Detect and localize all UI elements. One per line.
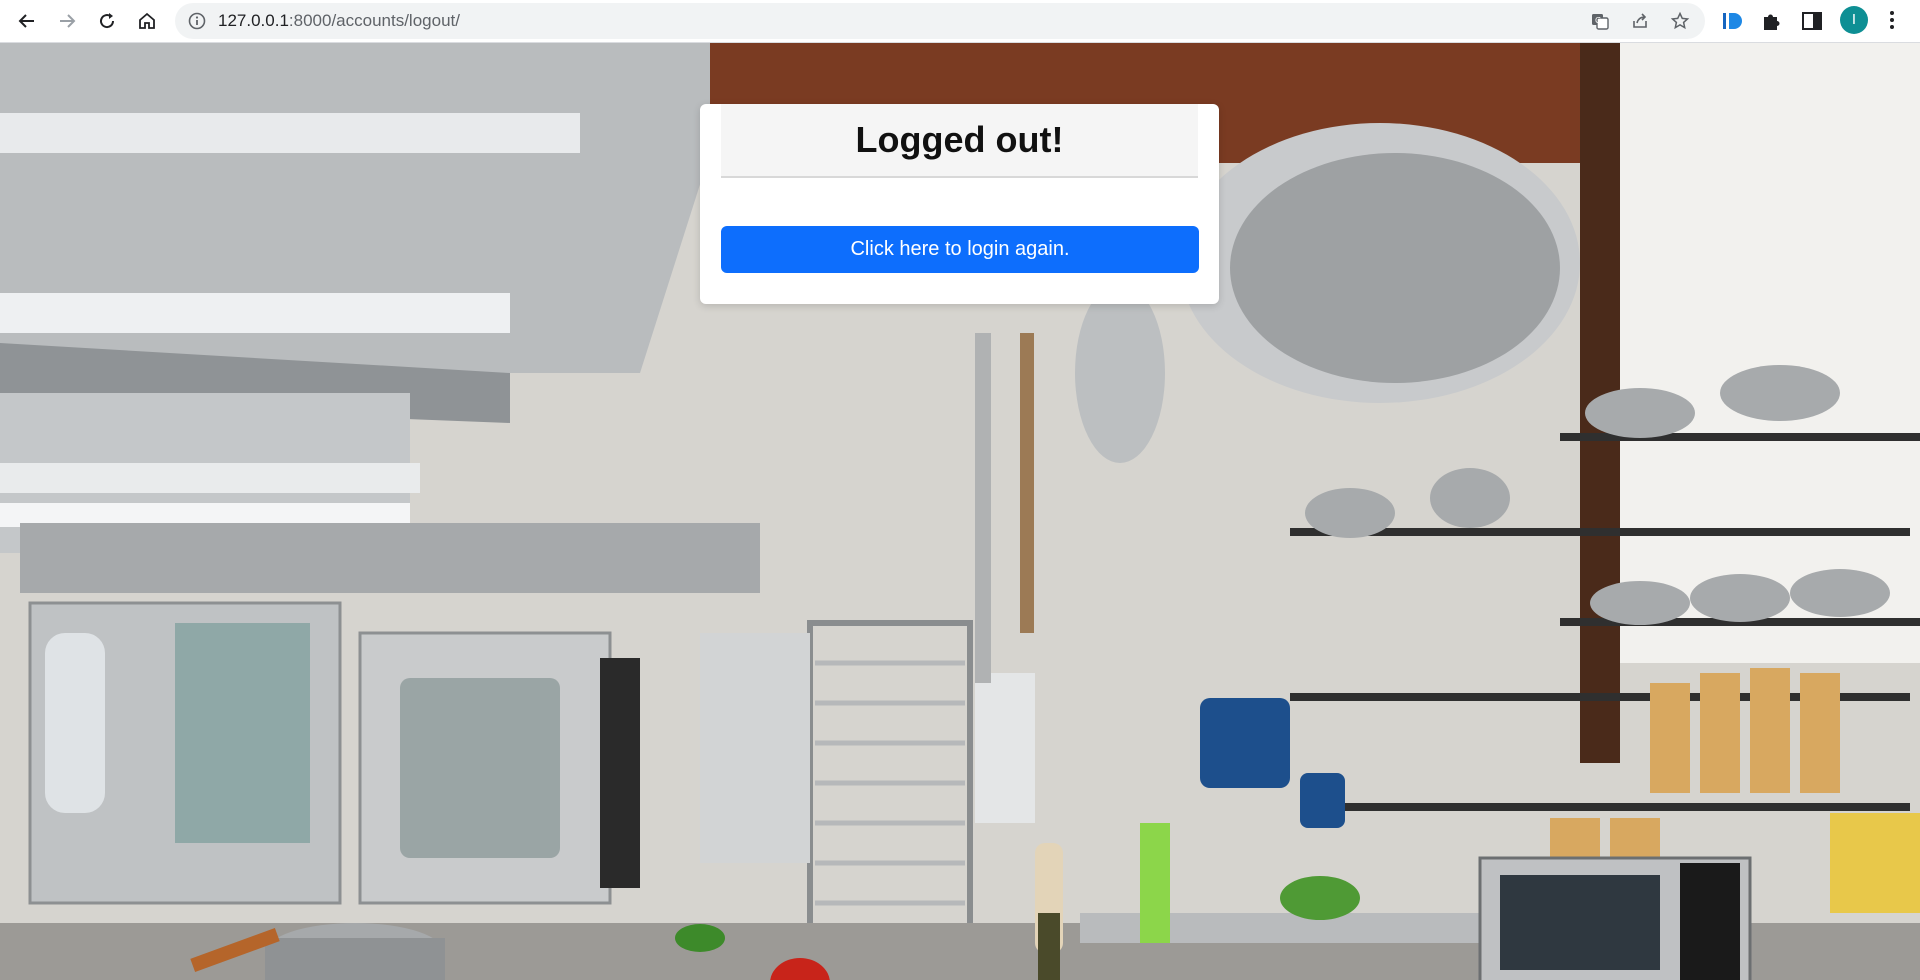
url-text[interactable]: 127.0.0.1:8000/accounts/logout/	[218, 3, 460, 39]
back-button[interactable]	[12, 6, 42, 36]
reload-button[interactable]	[92, 6, 122, 36]
page-viewport: Logged out! Click here to login again.	[0, 43, 1920, 980]
url-path: :8000/accounts/logout/	[288, 11, 460, 30]
address-bar[interactable]: 127.0.0.1:8000/accounts/logout/ G	[175, 3, 1705, 39]
url-host: 127.0.0.1	[218, 11, 289, 30]
card-header: Logged out!	[721, 104, 1198, 178]
reload-icon	[100, 13, 115, 29]
puzzle-icon[interactable]	[1760, 9, 1784, 33]
translate-icon[interactable]: G	[1590, 11, 1610, 31]
profile-avatar[interactable]: I	[1840, 6, 1868, 34]
back-arrow-icon	[18, 14, 34, 28]
share-icon[interactable]	[1630, 11, 1650, 31]
more-vert-icon[interactable]	[1882, 8, 1902, 32]
id-extension-icon[interactable]	[1720, 9, 1744, 33]
browser-toolbar: 127.0.0.1:8000/accounts/logout/ G I	[0, 0, 1920, 43]
side-panel-icon[interactable]	[1800, 9, 1824, 33]
svg-text:G: G	[1595, 16, 1601, 25]
star-icon[interactable]	[1670, 11, 1690, 31]
home-button[interactable]	[132, 6, 162, 36]
login-again-button[interactable]: Click here to login again.	[721, 226, 1199, 273]
page-title: Logged out!	[855, 119, 1064, 160]
home-icon	[139, 12, 155, 29]
site-info-icon[interactable]	[187, 11, 207, 31]
forward-button[interactable]	[52, 6, 82, 36]
logout-card: Logged out! Click here to login again.	[700, 104, 1219, 304]
forward-arrow-icon	[60, 14, 76, 28]
